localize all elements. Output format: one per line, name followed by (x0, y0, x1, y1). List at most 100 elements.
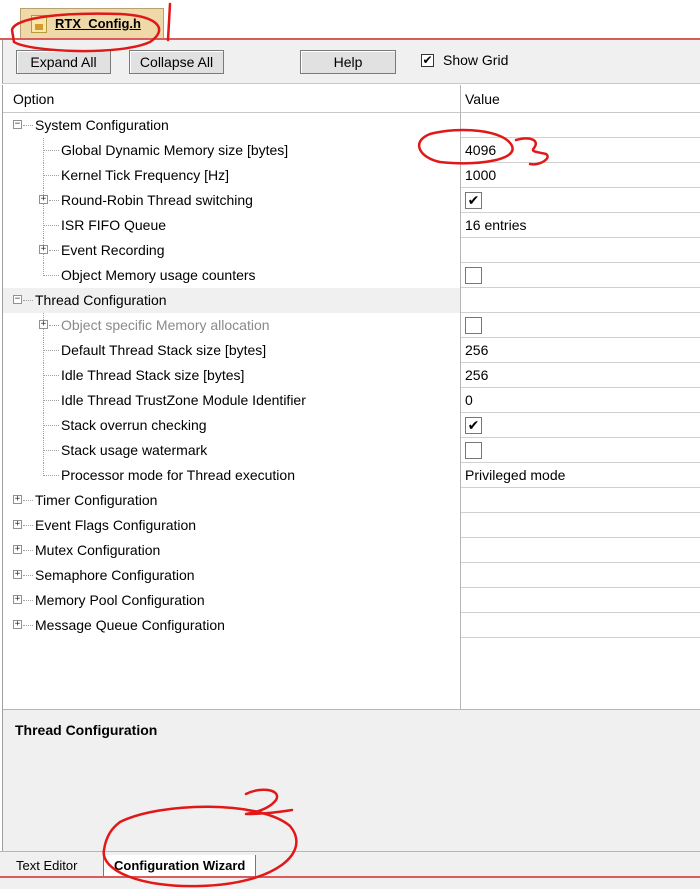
tree-row-stack-overrun-checking[interactable]: Stack overrun checking ✔ (3, 413, 700, 438)
tree-row-label: Default Thread Stack size [bytes] (61, 342, 267, 358)
description-title: Thread Configuration (15, 722, 158, 738)
option-cell: Stack overrun checking (3, 413, 460, 438)
tree-row-label: Idle Thread Stack size [bytes] (61, 367, 245, 383)
tab-configuration-wizard[interactable]: Configuration Wizard (103, 855, 257, 876)
show-grid-label: Show Grid (443, 52, 509, 68)
value-cell[interactable]: 4096 (461, 138, 700, 163)
bottom-tab-bar: Text Editor Configuration Wizard (0, 851, 700, 889)
tree-row-timer-configuration[interactable]: + Timer Configuration (3, 488, 700, 513)
tree-row-idle-thread-trustzone[interactable]: Idle Thread TrustZone Module Identifier … (3, 388, 700, 413)
value-cell (461, 513, 700, 538)
tree-row-mutex-configuration[interactable]: + Mutex Configuration (3, 538, 700, 563)
round-robin-checkbox[interactable]: ✔ (465, 191, 482, 209)
show-grid-checkbox[interactable]: ✔ (421, 53, 434, 67)
collapse-all-button[interactable]: Collapse All (129, 50, 224, 74)
wizard-toolbar: Expand All Collapse All Help ✔ Show Grid (2, 40, 700, 84)
object-specific-memory-checkbox[interactable] (465, 316, 482, 334)
file-tab-rtx-config[interactable]: RTX_Config.h (20, 8, 164, 38)
tree-row-label: Thread Configuration (35, 292, 167, 308)
tree-row-memory-pool-configuration[interactable]: + Memory Pool Configuration (3, 588, 700, 613)
tree-connector (44, 175, 59, 176)
tree-row-thread-configuration[interactable]: − Thread Configuration (3, 288, 700, 313)
tree-row-label: Global Dynamic Memory size [bytes] (61, 142, 289, 158)
expand-icon[interactable]: + (13, 570, 22, 579)
value-cell (461, 113, 700, 138)
table-header: Option Value (3, 85, 700, 113)
stack-watermark-checkbox[interactable] (465, 441, 482, 459)
expand-all-button[interactable]: Expand All (16, 50, 111, 74)
option-cell: + Object specific Memory allocation (3, 313, 460, 338)
collapse-icon[interactable]: − (13, 295, 22, 304)
tree-row-label: Processor mode for Thread execution (61, 467, 295, 483)
tree-row-object-specific-memory[interactable]: + Object specific Memory allocation (3, 313, 700, 338)
option-cell: + Memory Pool Configuration (3, 588, 460, 613)
option-cell: Stack usage watermark (3, 438, 460, 463)
object-memory-checkbox[interactable] (465, 266, 482, 284)
expand-icon[interactable]: + (13, 520, 22, 529)
options-table: Option Value − System Configuration Glob… (2, 85, 700, 709)
value-cell (461, 288, 700, 313)
tab-text-editor[interactable]: Text Editor (6, 855, 87, 876)
value-cell (461, 313, 700, 338)
value-cell[interactable]: 1000 (461, 163, 700, 188)
value-cell[interactable]: 256 (461, 363, 700, 388)
expand-icon[interactable]: + (13, 495, 22, 504)
tree-connector (44, 225, 59, 226)
expand-icon[interactable]: + (39, 195, 48, 204)
tree-row-system-configuration[interactable]: − System Configuration (3, 113, 700, 138)
help-button[interactable]: Help (300, 50, 396, 74)
tree-connector (44, 475, 59, 476)
tree-connector (23, 600, 33, 601)
description-panel: Thread Configuration (2, 709, 700, 851)
value-cell (461, 238, 700, 263)
tree-connector (44, 400, 59, 401)
stack-overrun-checkbox[interactable]: ✔ (465, 416, 482, 434)
expand-icon[interactable]: + (39, 245, 48, 254)
tree-row-event-recording[interactable]: + Event Recording (3, 238, 700, 263)
tree-row-kernel-tick-frequency[interactable]: Kernel Tick Frequency [Hz] 1000 (3, 163, 700, 188)
tree-row-message-queue-configuration[interactable]: + Message Queue Configuration (3, 613, 700, 638)
option-column-header[interactable]: Option (3, 85, 460, 112)
option-cell: Idle Thread Stack size [bytes] (3, 363, 460, 388)
show-grid-toggle[interactable]: ✔ Show Grid (421, 52, 508, 68)
tree-row-label: Timer Configuration (35, 492, 158, 508)
tree-row-object-memory-usage[interactable]: Object Memory usage counters (3, 263, 700, 288)
tree-row-stack-usage-watermark[interactable]: Stack usage watermark (3, 438, 700, 463)
expand-icon[interactable]: + (13, 620, 22, 629)
option-cell: − Thread Configuration (3, 288, 460, 313)
expand-icon[interactable]: + (13, 595, 22, 604)
tree-row-processor-mode[interactable]: Processor mode for Thread execution Priv… (3, 463, 700, 488)
tree-row-label: System Configuration (35, 117, 169, 133)
tree-connector (23, 550, 33, 551)
value-cell: ✔ (461, 188, 700, 213)
option-cell: + Event Recording (3, 238, 460, 263)
tree-row-round-robin[interactable]: + Round-Robin Thread switching ✔ (3, 188, 700, 213)
tree-connector (49, 200, 59, 201)
tree-row-semaphore-configuration[interactable]: + Semaphore Configuration (3, 563, 700, 588)
tree-row-isr-fifo-queue[interactable]: ISR FIFO Queue 16 entries (3, 213, 700, 238)
tree-row-label: Semaphore Configuration (35, 567, 195, 583)
collapse-icon[interactable]: − (13, 120, 22, 129)
tree-row-event-flags-configuration[interactable]: + Event Flags Configuration (3, 513, 700, 538)
expand-icon[interactable]: + (13, 545, 22, 554)
expand-icon[interactable]: + (39, 320, 48, 329)
value-cell[interactable]: Privileged mode (461, 463, 700, 488)
option-cell: Processor mode for Thread execution (3, 463, 460, 488)
tree-row-idle-thread-stack[interactable]: Idle Thread Stack size [bytes] 256 (3, 363, 700, 388)
value-column-header[interactable]: Value (461, 85, 700, 112)
value-cell (461, 588, 700, 613)
value-cell[interactable]: 16 entries (461, 213, 700, 238)
tab-bar-border (0, 876, 700, 878)
value-cell[interactable]: 0 (461, 388, 700, 413)
option-cell: Object Memory usage counters (3, 263, 460, 288)
option-cell: Global Dynamic Memory size [bytes] (3, 138, 460, 163)
value-cell[interactable]: 256 (461, 338, 700, 363)
tree-connector (44, 450, 59, 451)
option-cell: Kernel Tick Frequency [Hz] (3, 163, 460, 188)
tree-row-label: Message Queue Configuration (35, 617, 225, 633)
tree-row-global-dynamic-memory[interactable]: Global Dynamic Memory size [bytes] 4096 (3, 138, 700, 163)
options-tree: − System Configuration Global Dynamic Me… (3, 113, 700, 638)
tree-row-label: Object Memory usage counters (61, 267, 256, 283)
tree-row-default-thread-stack[interactable]: Default Thread Stack size [bytes] 256 (3, 338, 700, 363)
option-cell: − System Configuration (3, 113, 460, 138)
